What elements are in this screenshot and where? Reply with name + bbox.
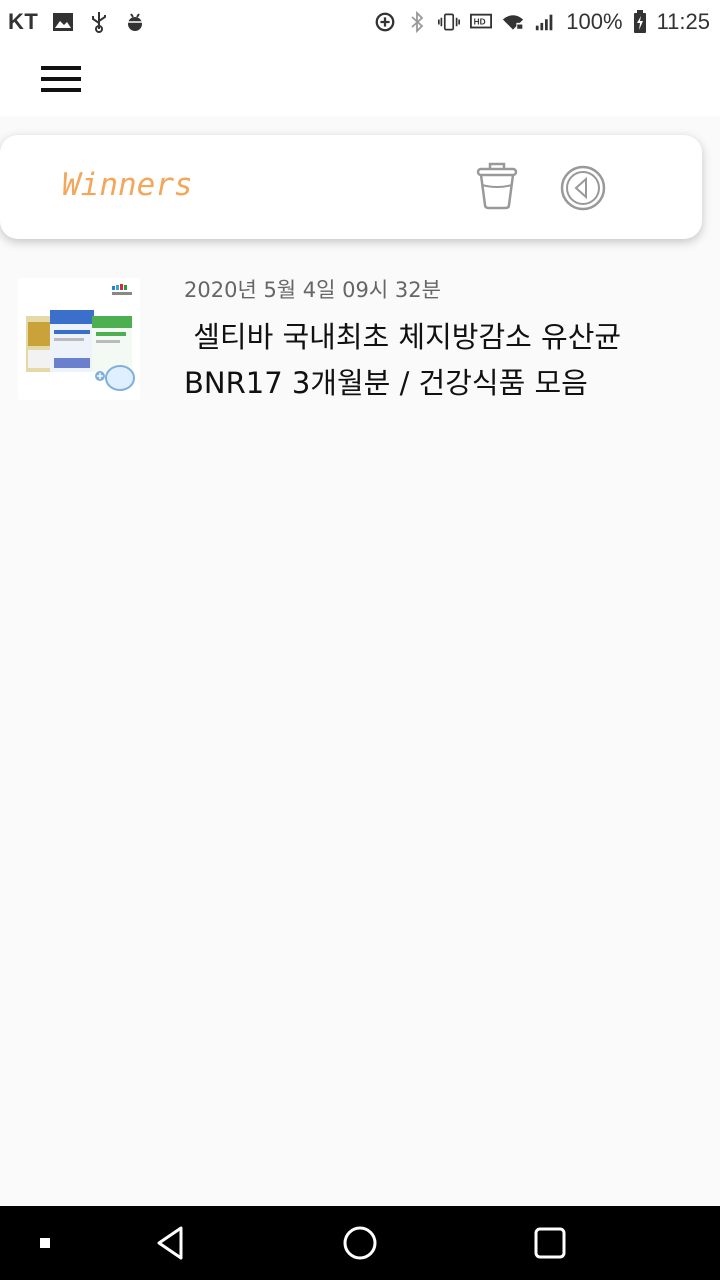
back-circle-icon[interactable] xyxy=(558,163,608,213)
clock: 11:25 xyxy=(656,9,710,34)
battery-percent: 100% xyxy=(566,9,623,34)
recents-square-icon[interactable] xyxy=(520,1206,580,1280)
status-bar-left: KT xyxy=(8,9,146,35)
app-bar xyxy=(0,44,720,116)
page-title: Winners xyxy=(62,167,193,203)
signal-icon xyxy=(534,11,556,33)
data-saver-icon xyxy=(374,11,396,33)
hamburger-menu-icon[interactable] xyxy=(36,62,86,98)
android-debug-icon xyxy=(124,11,146,33)
navigation-bar xyxy=(0,1206,720,1280)
wifi-icon xyxy=(502,11,524,33)
status-bar: KT HD 100% 11:25 xyxy=(0,0,720,44)
square-dot-icon[interactable] xyxy=(28,1206,62,1280)
svg-text:HD: HD xyxy=(474,18,486,27)
image-icon xyxy=(52,11,74,33)
trash-icon[interactable] xyxy=(472,159,522,215)
bluetooth-icon xyxy=(406,11,428,33)
status-bar-right: HD 100% 11:25 xyxy=(374,9,710,35)
usb-icon xyxy=(88,11,110,33)
item-title: 셀티바 국내최초 체지방감소 유산균 BNR17 3개월분 / 건강식품 모음 xyxy=(184,320,631,400)
hd-icon: HD xyxy=(470,11,493,33)
product-thumbnail xyxy=(18,278,140,400)
back-triangle-icon[interactable] xyxy=(140,1206,200,1280)
vibrate-icon xyxy=(438,11,461,33)
item-date: 2020년 5월 4일 09시 32분 xyxy=(184,278,441,302)
battery-icon xyxy=(633,10,647,33)
carrier-label: KT xyxy=(8,9,39,34)
list-item[interactable]: 2020년 5월 4일 09시 32분 셀티바 국내최초 체지방감소 유산균 B… xyxy=(0,262,720,412)
home-circle-icon[interactable] xyxy=(330,1206,390,1280)
